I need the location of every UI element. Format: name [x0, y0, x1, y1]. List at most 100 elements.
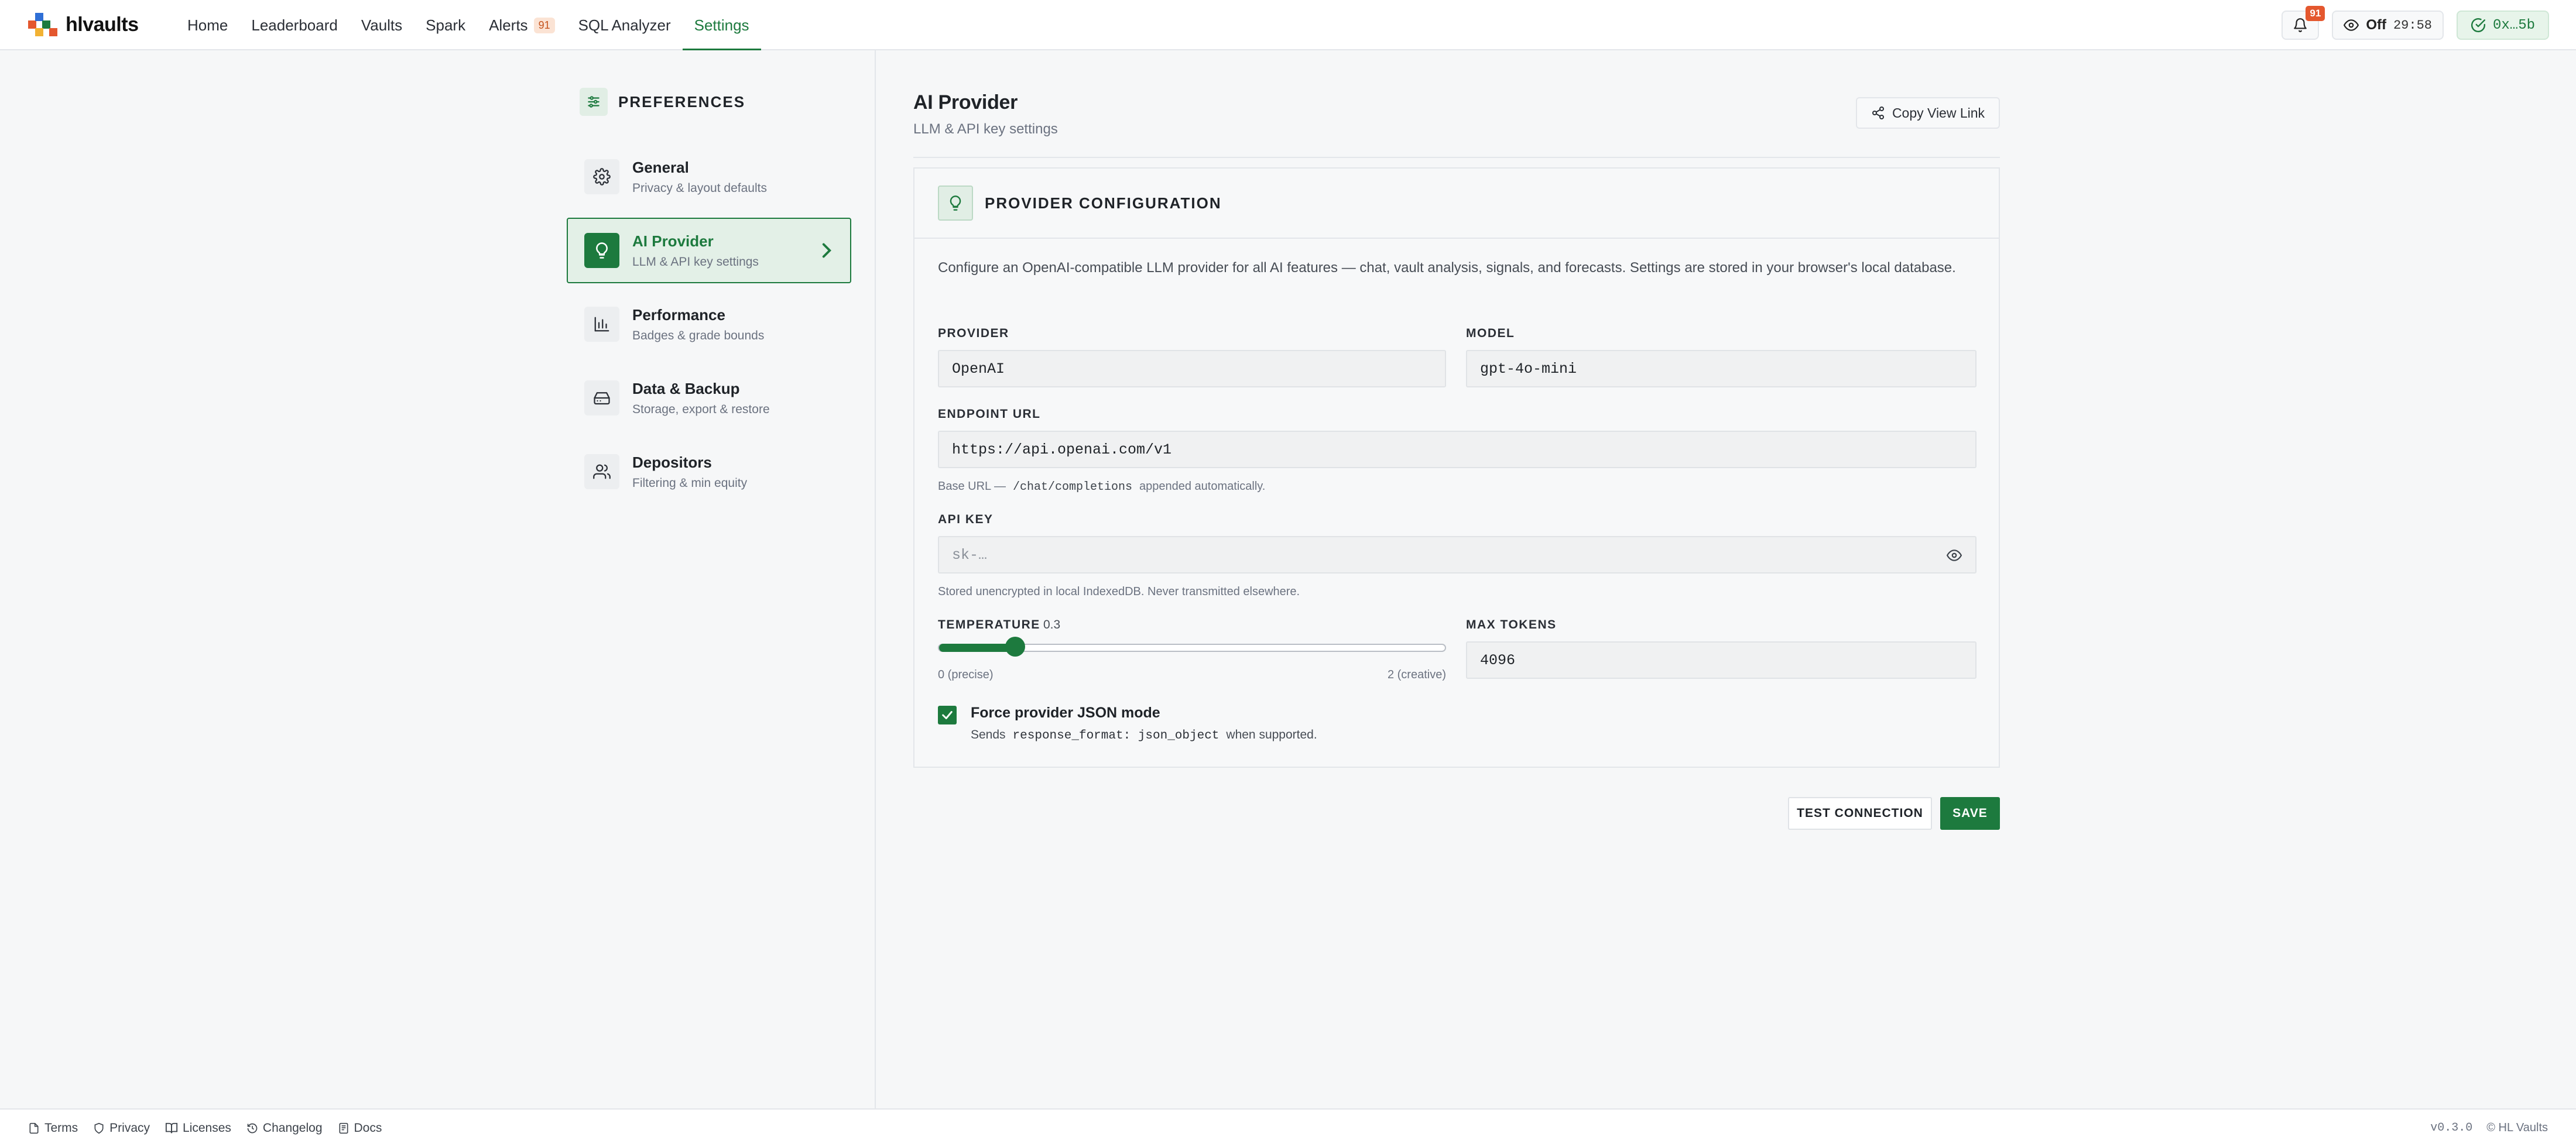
sidebar-item-performance[interactable]: Performance Badges & grade bounds [567, 291, 851, 357]
sidebar-item-subtitle: Filtering & min equity [632, 476, 748, 490]
page-subtitle: LLM & API key settings [913, 121, 1058, 137]
provider-select[interactable]: OpenAI [938, 350, 1446, 387]
save-button[interactable]: SAVE [1940, 797, 2000, 830]
endpoint-url-input[interactable]: https://api.openai.com/v1 [938, 431, 1976, 468]
temperature-slider-thumb[interactable] [1005, 637, 1025, 657]
sidebar-item-general[interactable]: General Privacy & layout defaults [567, 144, 851, 210]
brand-name: hlvaults [66, 13, 139, 36]
api-key-hint: Stored unencrypted in local IndexedDB. N… [938, 585, 1300, 598]
sidebar-item-depositors[interactable]: Depositors Filtering & min equity [567, 439, 851, 504]
book-icon [165, 1122, 178, 1134]
nav-alerts[interactable]: Alerts 91 [477, 0, 567, 50]
footer-link-label: Changelog [262, 1121, 323, 1135]
lightbulb-icon [584, 233, 619, 268]
nav-label: Leaderboard [251, 16, 338, 34]
hint-text: when supported. [1226, 728, 1317, 741]
json-mode-checkbox[interactable] [938, 706, 957, 724]
nav-home[interactable]: Home [176, 0, 239, 50]
nav-sql-analyzer[interactable]: SQL Analyzer [567, 0, 683, 50]
provider-value: OpenAI [952, 360, 1005, 377]
lightbulb-icon [938, 186, 973, 221]
footer-link-changelog[interactable]: Changelog [246, 1121, 323, 1135]
chevron-right-icon [822, 243, 831, 258]
nav-label: Vaults [361, 16, 403, 34]
docs-icon [339, 1122, 348, 1134]
nav-label: SQL Analyzer [578, 16, 671, 34]
footer-link-docs[interactable]: Docs [338, 1121, 382, 1135]
endpoint-url-value: https://api.openai.com/v1 [952, 441, 1172, 458]
footer-link-privacy[interactable]: Privacy [93, 1121, 150, 1135]
sidebar-item-subtitle: Storage, export & restore [632, 402, 770, 416]
card-title: PROVIDER CONFIGURATION [985, 194, 1222, 212]
temperature-slider[interactable] [938, 637, 1446, 657]
footer: Terms Privacy Licenses Changelog Docs v0… [0, 1108, 2576, 1147]
top-navigation-bar: hlvaults Home Leaderboard Vaults Spark A… [0, 0, 2576, 51]
nav-spark[interactable]: Spark [414, 0, 477, 50]
hint-text: Sends [971, 728, 1006, 741]
share-icon [1872, 107, 1884, 119]
sidebar-item-title: AI Provider [632, 232, 714, 250]
sidebar-item-title: Performance [632, 305, 725, 324]
footer-links: Terms Privacy Licenses Changelog Docs [28, 1121, 382, 1135]
preferences-header: PREFERENCES [580, 88, 745, 116]
notification-count-badge: 91 [2306, 6, 2325, 21]
api-key-input[interactable]: sk-… [938, 536, 1976, 574]
settings-section-list: General Privacy & layout defaults AI Pro… [567, 144, 851, 513]
json-mode-label[interactable]: Force provider JSON mode [971, 705, 1160, 722]
header-actions: 91 Off 29:58 0x…5b [2282, 6, 2549, 40]
footer-link-terms[interactable]: Terms [28, 1121, 78, 1135]
wallet-button[interactable]: 0x…5b [2456, 11, 2549, 40]
header-divider [913, 157, 2000, 158]
nav-leaderboard[interactable]: Leaderboard [239, 0, 349, 50]
model-input[interactable]: gpt-4o-mini [1466, 350, 1976, 387]
hard-drive-icon [584, 380, 619, 415]
sidebar-item-subtitle: LLM & API key settings [632, 255, 759, 269]
sidebar-item-title: General [632, 158, 689, 176]
page-header: AI Provider LLM & API key settings [913, 91, 1058, 138]
temperature-slider-fill [939, 644, 1015, 652]
history-icon [247, 1123, 258, 1134]
max-tokens-value: 4096 [1480, 651, 1516, 669]
save-label: SAVE [1952, 806, 1988, 820]
hint-text: appended automatically. [1139, 480, 1266, 493]
temperature-max-label: 2 (creative) [1387, 668, 1446, 681]
sidebar-item-subtitle: Badges & grade bounds [632, 328, 765, 342]
provider-label: PROVIDER [938, 327, 1009, 340]
hint-text: Base URL — [938, 480, 1006, 493]
copy-view-link-label: Copy View Link [1892, 105, 1985, 121]
hint-code: /chat/completions [1012, 480, 1133, 494]
sidebar-item-data-backup[interactable]: Data & Backup Storage, export & restore [567, 365, 851, 431]
notifications-button[interactable]: 91 [2282, 6, 2325, 40]
test-connection-label: TEST CONNECTION [1797, 806, 1923, 820]
privacy-status: Off [2366, 17, 2386, 33]
footer-link-label: Privacy [109, 1121, 150, 1135]
max-tokens-input[interactable]: 4096 [1466, 641, 1976, 679]
api-key-placeholder: sk-… [952, 546, 988, 564]
app-version: v0.3.0 [2430, 1121, 2473, 1135]
alerts-count-badge: 91 [533, 17, 555, 33]
brand-logo[interactable]: hlvaults [28, 13, 139, 36]
show-password-eye-icon[interactable] [1946, 548, 1962, 563]
hint-code: response_format: json_object [1012, 729, 1220, 743]
footer-meta: v0.3.0 © HL Vaults [2430, 1121, 2548, 1135]
nav-label: Alerts [489, 16, 528, 34]
wallet-address: 0x…5b [2492, 17, 2535, 33]
copy-view-link-button[interactable]: Copy View Link [1856, 97, 2000, 129]
endpoint-url-label: ENDPOINT URL [938, 407, 1041, 421]
nav-vaults[interactable]: Vaults [350, 0, 414, 50]
privacy-mode-toggle[interactable]: Off 29:58 [2332, 11, 2444, 40]
sidebar-item-ai-provider[interactable]: AI Provider LLM & API key settings [567, 218, 851, 283]
footer-link-licenses[interactable]: Licenses [165, 1121, 231, 1135]
test-connection-button[interactable]: TEST CONNECTION [1788, 797, 1932, 830]
nav-settings[interactable]: Settings [682, 0, 761, 51]
footer-link-label: Docs [354, 1121, 382, 1135]
json-mode-hint: Sends response_format: json_object when su… [971, 728, 1317, 743]
provider-description: Configure an OpenAI-compatible LLM provi… [938, 260, 1956, 276]
gear-icon [584, 159, 619, 194]
privacy-timer: 29:58 [2393, 18, 2432, 33]
endpoint-hint: Base URL — /chat/completions appended auto… [938, 480, 1265, 494]
footer-link-label: Licenses [183, 1121, 231, 1135]
nav-label: Home [187, 16, 228, 34]
nav-label: Settings [694, 16, 749, 34]
logo-mark-icon [28, 13, 57, 36]
